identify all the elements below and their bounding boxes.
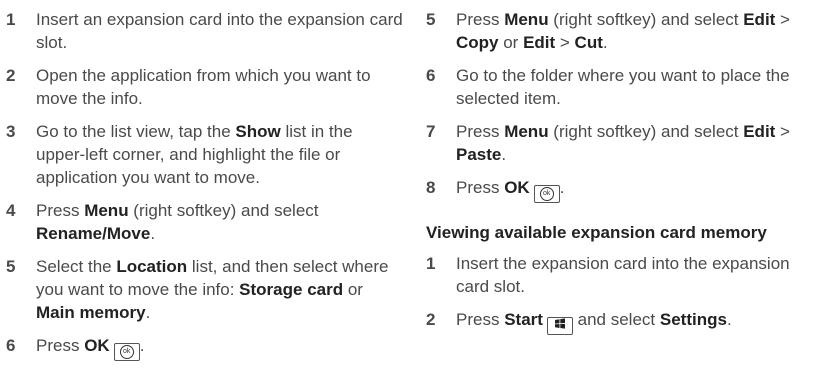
step-text-run: and select xyxy=(572,310,660,329)
step-item: 4 Press Menu (right softkey) and select R… xyxy=(6,199,406,245)
bold-term: Settings xyxy=(659,310,727,329)
step-item: 5 Press Menu (right softkey) and select E… xyxy=(426,8,824,54)
step-text-run: (right softkey) and select xyxy=(548,122,744,141)
step-number: 2 xyxy=(426,310,436,329)
step-number: 1 xyxy=(426,254,436,273)
step-item: 6 Go to the folder where you want to plac… xyxy=(426,64,824,110)
step-item: 2 Open the application from which you wan… xyxy=(6,64,406,110)
bold-term: Rename/Move xyxy=(36,224,151,243)
step-text-run: . xyxy=(559,178,565,197)
step-text-run: > xyxy=(775,122,790,141)
step-text-run: Go to the folder where you want to place… xyxy=(456,66,790,108)
step-text: Press Start and select Settings. xyxy=(456,310,732,335)
left-column: 1 Insert an expansion card into the expan… xyxy=(6,8,406,371)
step-text-run: Go to the list view, tap the xyxy=(36,122,236,141)
bold-term: OK xyxy=(504,178,530,197)
bold-term: Menu xyxy=(84,201,129,220)
right-step-list: 5 Press Menu (right softkey) and select E… xyxy=(426,8,824,203)
step-text-run: Select the xyxy=(36,257,117,276)
bold-term: Cut xyxy=(574,33,603,52)
step-text: Press OK. xyxy=(36,336,145,361)
step-text-run: Press xyxy=(36,336,85,355)
step-text: Press Menu (right softkey) and select Ed… xyxy=(456,10,790,52)
step-number: 7 xyxy=(426,122,436,141)
bold-term: Paste xyxy=(456,145,502,164)
section-heading: Viewing available expansion card memory xyxy=(426,223,767,242)
bold-term: Menu xyxy=(504,10,549,29)
step-text-run: Press xyxy=(456,178,505,197)
step-text-run: > xyxy=(775,10,790,29)
section-step-list: 1 Insert the expansion card into the expa… xyxy=(426,252,824,335)
windows-start-key-icon xyxy=(546,317,573,335)
step-item: 7 Press Menu (right softkey) and select E… xyxy=(426,120,824,166)
step-text-run: Press xyxy=(36,201,85,220)
step-text: Open the application from which you want… xyxy=(36,66,371,108)
step-text-run: (right softkey) and select xyxy=(548,10,744,29)
step-text-run: . xyxy=(501,145,507,164)
step-text-run: or xyxy=(343,280,363,299)
step-text-run: . xyxy=(726,310,732,329)
bold-term: Copy xyxy=(456,33,499,52)
step-text-run: or xyxy=(498,33,524,52)
step-text-run: > xyxy=(555,33,575,52)
step-text: Select the Location list, and then selec… xyxy=(36,257,388,322)
bold-term: Storage card xyxy=(239,280,344,299)
right-column: 5 Press Menu (right softkey) and select E… xyxy=(426,8,824,345)
step-item: 6 Press OK. xyxy=(6,334,406,361)
bold-term: Main memory xyxy=(36,303,146,322)
ok-key-icon xyxy=(533,185,560,203)
manual-page: 1 Insert an expansion card into the expan… xyxy=(0,0,826,379)
bold-term: OK xyxy=(84,336,110,355)
step-text: Insert the expansion card into the expan… xyxy=(456,254,790,296)
step-text-run: Insert the expansion card into the expan… xyxy=(456,254,790,296)
step-item: 1 Insert an expansion card into the expan… xyxy=(6,8,406,54)
step-text: Go to the list view, tap the Show list i… xyxy=(36,122,353,187)
bold-term: Start xyxy=(504,310,543,329)
step-text: Press Menu (right softkey) and select Re… xyxy=(36,201,319,243)
step-number: 5 xyxy=(6,257,16,276)
step-text: Press OK. xyxy=(456,178,565,203)
step-number: 8 xyxy=(426,178,436,197)
step-text-run: . xyxy=(139,336,145,355)
step-text: Insert an expansion card into the expans… xyxy=(36,10,403,52)
bold-term: Location xyxy=(116,257,188,276)
step-number: 6 xyxy=(6,336,16,355)
step-item: 1 Insert the expansion card into the expa… xyxy=(426,252,824,298)
step-text-run: Open the application from which you want… xyxy=(36,66,371,108)
bold-term: Edit xyxy=(743,10,776,29)
step-text: Press Menu (right softkey) and select Ed… xyxy=(456,122,790,164)
step-item: 8 Press OK. xyxy=(426,176,824,203)
step-number: 5 xyxy=(426,10,436,29)
step-number: 2 xyxy=(6,66,16,85)
step-item: 2 Press Start and select Settings. xyxy=(426,308,824,335)
step-number: 1 xyxy=(6,10,16,29)
step-number: 3 xyxy=(6,122,16,141)
step-item: 3 Go to the list view, tap the Show list … xyxy=(6,120,406,189)
bold-term: Menu xyxy=(504,122,549,141)
step-text-run: Insert an expansion card into the expans… xyxy=(36,10,403,52)
step-text-run: . xyxy=(602,33,608,52)
step-text-run: (right softkey) and select xyxy=(128,201,319,220)
step-number: 6 xyxy=(426,66,436,85)
step-text-run: . xyxy=(145,303,151,322)
bold-term: Edit xyxy=(743,122,776,141)
bold-term: Show xyxy=(235,122,281,141)
step-text: Go to the folder where you want to place… xyxy=(456,66,790,108)
step-text-run: Press xyxy=(456,122,505,141)
ok-key-icon xyxy=(113,343,140,361)
step-text-run: . xyxy=(150,224,156,243)
step-item: 5 Select the Location list, and then sele… xyxy=(6,255,406,324)
step-number: 4 xyxy=(6,201,16,220)
step-text-run: Press xyxy=(456,310,505,329)
bold-term: Edit xyxy=(523,33,556,52)
step-text-run: Press xyxy=(456,10,505,29)
